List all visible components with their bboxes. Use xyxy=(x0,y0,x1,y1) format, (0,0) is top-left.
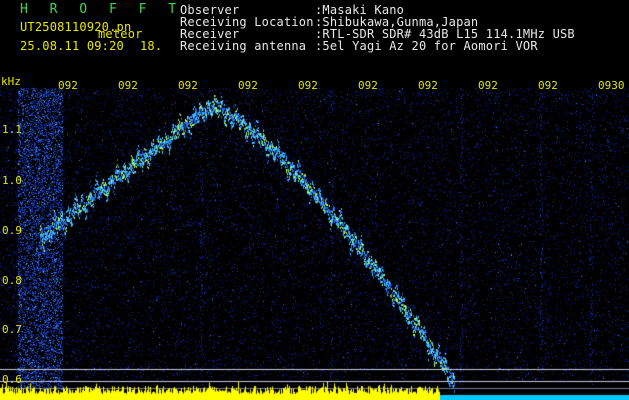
time-tick-label: 092 xyxy=(418,79,438,92)
time-tick-label: 092 xyxy=(58,79,78,92)
event-number: 18. xyxy=(140,39,163,53)
time-tick-label: 092 xyxy=(358,79,378,92)
header-panel: H R O F F T UT2508110920.pn meteor 25.08… xyxy=(0,0,629,78)
time-tick-label: 092 xyxy=(178,79,198,92)
time-tick-label: 092 xyxy=(238,79,258,92)
time-tick-label: 092 xyxy=(298,79,318,92)
y-tick-label: 0.8 xyxy=(2,274,22,287)
time-tick-label: 092 xyxy=(118,79,138,92)
antenna-value: :5el Yagi Az 20 for Aomori VOR xyxy=(315,39,538,53)
time-tick-label: 092 xyxy=(478,79,498,92)
app-brand: H R O F F T xyxy=(20,2,184,17)
time-tick-label: 0930 xyxy=(598,79,625,92)
y-tick-label: 0.6 xyxy=(2,373,22,386)
time-tick-label: 092 xyxy=(538,79,558,92)
y-tick-label: 0.7 xyxy=(2,323,22,336)
y-tick-label: 0.9 xyxy=(2,224,22,237)
y-tick-label: 1.0 xyxy=(2,174,22,187)
y-tick-label: 1.1 xyxy=(2,123,22,136)
spectrogram-overlay: kHz 1.1 1.0 0.9 0.8 0.7 0.6 092 092 092 … xyxy=(0,75,629,400)
frequency-unit-label: kHz xyxy=(1,75,21,88)
capture-datetime: 25.08.11 09:20 xyxy=(20,39,124,53)
antenna-label: Receiving antenna xyxy=(180,39,307,53)
